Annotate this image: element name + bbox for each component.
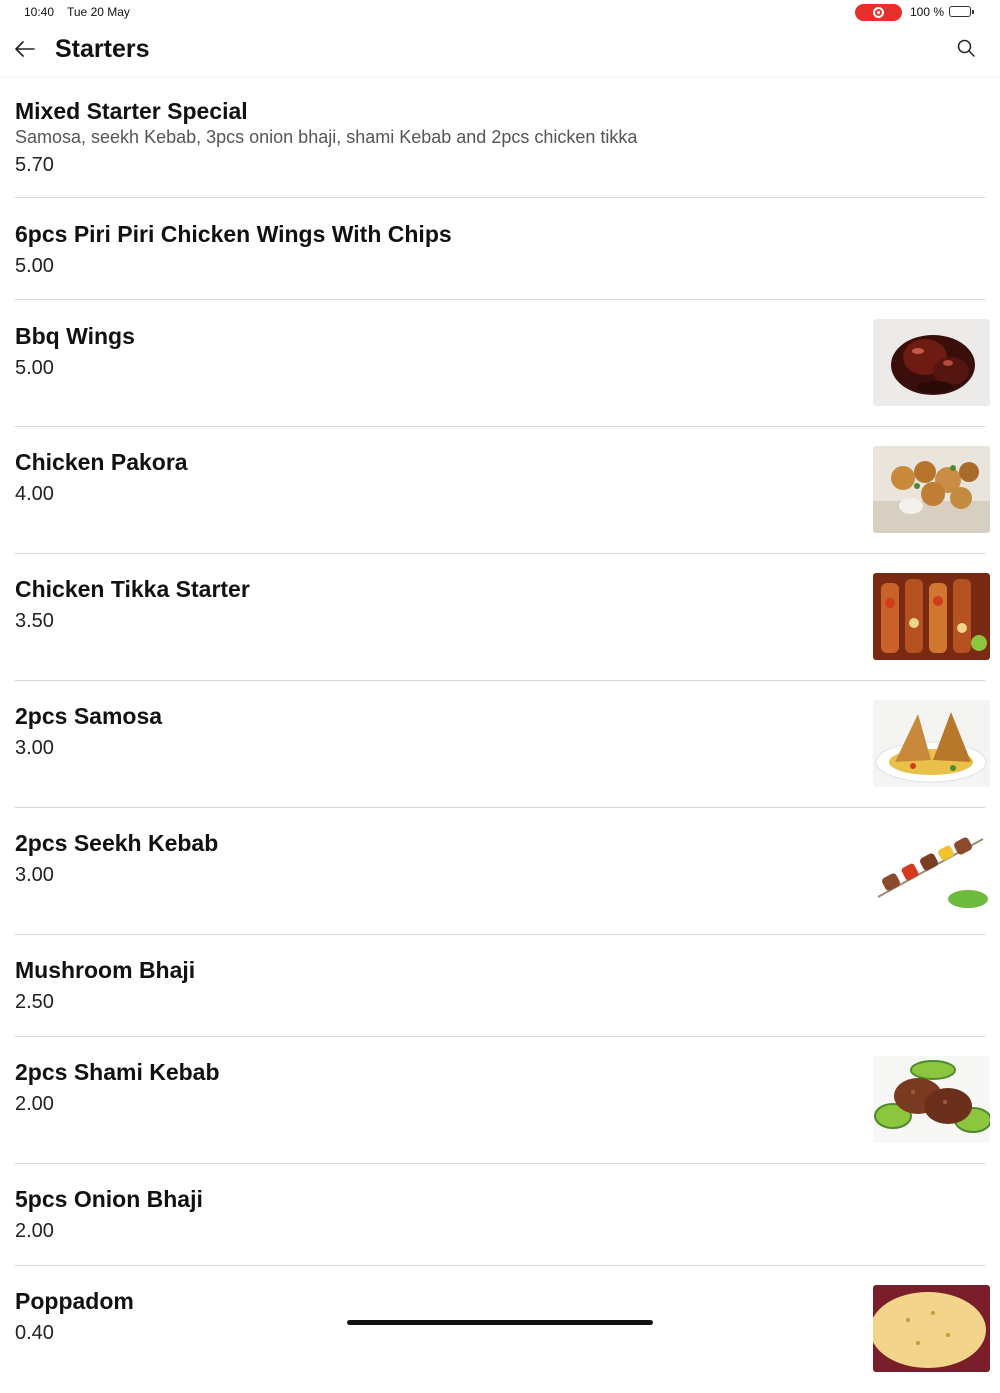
screen-recording-icon <box>855 4 902 21</box>
item-name: 6pcs Piri Piri Chicken Wings With Chips <box>15 221 452 247</box>
back-button[interactable] <box>10 34 40 64</box>
item-name: Chicken Pakora <box>15 449 188 475</box>
item-image-shami-kebab <box>873 1056 990 1143</box>
item-name: Mixed Starter Special <box>15 98 248 124</box>
item-price: 3.00 <box>15 864 54 886</box>
item-name: 2pcs Shami Kebab <box>15 1059 220 1085</box>
navigation-bar: Starters <box>0 24 1000 76</box>
item-name: Mushroom Bhaji <box>15 957 196 983</box>
page-title: Starters <box>55 35 150 63</box>
item-name: Chicken Tikka Starter <box>15 576 250 602</box>
item-price: 5.00 <box>15 357 54 379</box>
home-indicator[interactable] <box>347 1320 653 1325</box>
menu-item[interactable]: Mixed Starter Special Samosa, seekh Keba… <box>15 76 985 198</box>
item-name: 2pcs Samosa <box>15 703 163 729</box>
item-price: 0.40 <box>15 1322 54 1344</box>
menu-item[interactable]: Poppadom 0.40 <box>15 1266 990 1393</box>
battery-percentage: 100 % <box>910 5 945 19</box>
item-name: Poppadom <box>15 1288 134 1314</box>
search-icon <box>957 39 975 57</box>
item-image-bbq-wings <box>873 319 990 406</box>
menu-item[interactable]: 2pcs Shami Kebab 2.00 <box>15 1037 990 1164</box>
menu-item[interactable]: 2pcs Seekh Kebab 3.00 <box>15 808 990 935</box>
item-name: Bbq Wings <box>15 323 135 349</box>
menu-item[interactable]: Chicken Tikka Starter 3.50 <box>15 554 990 681</box>
item-price: 2.00 <box>15 1220 54 1242</box>
item-price: 3.00 <box>15 737 54 759</box>
status-time: 10:40 <box>24 5 55 19</box>
item-name: 5pcs Onion Bhaji <box>15 1186 203 1212</box>
menu-item[interactable]: Bbq Wings 5.00 <box>15 300 990 427</box>
status-date: Tue 20 May <box>67 5 130 19</box>
item-image-samosa <box>873 700 990 787</box>
item-price: 5.00 <box>15 255 54 277</box>
item-price: 3.50 <box>15 610 54 632</box>
menu-item[interactable]: Chicken Pakora 4.00 <box>15 427 990 554</box>
item-image-poppadom <box>873 1285 990 1372</box>
item-name: 2pcs Seekh Kebab <box>15 830 219 856</box>
search-button[interactable] <box>956 38 978 60</box>
item-price: 2.00 <box>15 1093 54 1115</box>
item-price: 4.00 <box>15 483 54 505</box>
arrow-left-icon <box>15 41 35 57</box>
status-bar: 10:40 Tue 20 May 100 % <box>0 0 1000 24</box>
item-image-chicken-pakora <box>873 446 990 533</box>
item-price: 2.50 <box>15 991 54 1013</box>
menu-item[interactable]: Mushroom Bhaji 2.50 <box>15 935 985 1037</box>
menu-item[interactable]: 2pcs Samosa 3.00 <box>15 681 990 808</box>
battery-icon <box>949 6 974 17</box>
menu-item[interactable]: 5pcs Onion Bhaji 2.00 <box>15 1164 985 1266</box>
menu-item-list: Mixed Starter Special Samosa, seekh Keba… <box>0 76 1000 1393</box>
item-image-seekh-kebab <box>873 827 990 914</box>
item-price: 5.70 <box>15 154 54 176</box>
menu-item[interactable]: 6pcs Piri Piri Chicken Wings With Chips … <box>15 198 985 300</box>
item-image-chicken-tikka <box>873 573 990 660</box>
item-description: Samosa, seekh Kebab, 3pcs onion bhaji, s… <box>15 127 638 147</box>
